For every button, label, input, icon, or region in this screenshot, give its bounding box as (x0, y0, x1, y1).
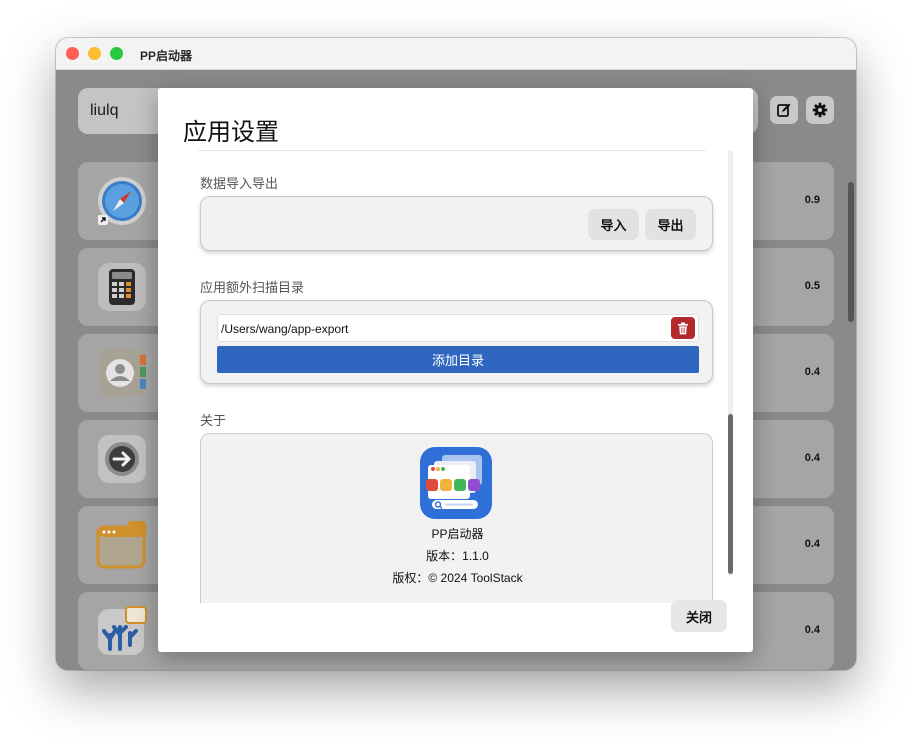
window-title: PP启动器 (140, 49, 193, 63)
app-score: 0.4 (804, 452, 820, 464)
app-score: 0.4 (804, 366, 820, 378)
add-directory-button[interactable]: 添加目录 (217, 346, 699, 373)
minimize-window-button[interactable] (88, 47, 101, 60)
dialog-scrollbar-thumb[interactable] (728, 414, 733, 574)
data-import-export-card: 导入 导出 (200, 196, 713, 251)
migration-arrow-icon (98, 435, 146, 483)
delete-directory-button[interactable] (671, 317, 695, 339)
about-copyright: 版权：© 2024 ToolStack (392, 571, 523, 585)
scan-section-label: 应用额外扫描目录 (200, 280, 305, 295)
about-app-name: PP启动器 (431, 527, 484, 541)
close-dialog-button[interactable]: 关闭 (671, 600, 727, 632)
settings-button[interactable] (806, 96, 834, 124)
title-bar: PP启动器 (56, 38, 856, 70)
divider (198, 150, 706, 151)
app-score: 0.4 (804, 538, 820, 550)
app-list-scrollbar[interactable] (848, 182, 854, 322)
scan-directories-card: /Users/wang/app-export 添加目录 (200, 300, 713, 384)
zoom-window-button[interactable] (110, 47, 123, 60)
trash-icon (678, 322, 688, 334)
coral-app-icon (98, 606, 147, 655)
directory-path: /Users/wang/app-export (221, 322, 349, 336)
safari-icon (98, 177, 146, 225)
import-button[interactable]: 导入 (588, 209, 639, 240)
close-window-button[interactable] (66, 47, 79, 60)
edit-icon (777, 103, 791, 117)
gear-icon (812, 102, 828, 118)
settings-dialog: 应用设置 数据导入导出 导入 导出 应用额外扫描目录 /Users/wang/a… (158, 88, 753, 652)
edit-button[interactable] (770, 96, 798, 124)
search-input-value: liulq (90, 102, 119, 119)
about-section-label: 关于 (200, 413, 227, 428)
data-section-label: 数据导入导出 (200, 176, 279, 191)
about-card: PP启动器 版本：1.1.0 版权：© 2024 ToolStack (200, 433, 713, 603)
dialog-title: 应用设置 (183, 119, 279, 146)
window-app-icon (96, 521, 146, 569)
directory-field[interactable]: /Users/wang/app-export (217, 314, 699, 342)
calculator-icon (98, 263, 146, 311)
app-score: 0.4 (804, 624, 820, 636)
app-logo (420, 447, 492, 519)
contacts-icon (98, 349, 146, 397)
app-score: 0.9 (804, 194, 820, 206)
export-button[interactable]: 导出 (645, 209, 696, 240)
app-score: 0.5 (804, 280, 820, 292)
about-version: 版本：1.1.0 (426, 549, 489, 563)
